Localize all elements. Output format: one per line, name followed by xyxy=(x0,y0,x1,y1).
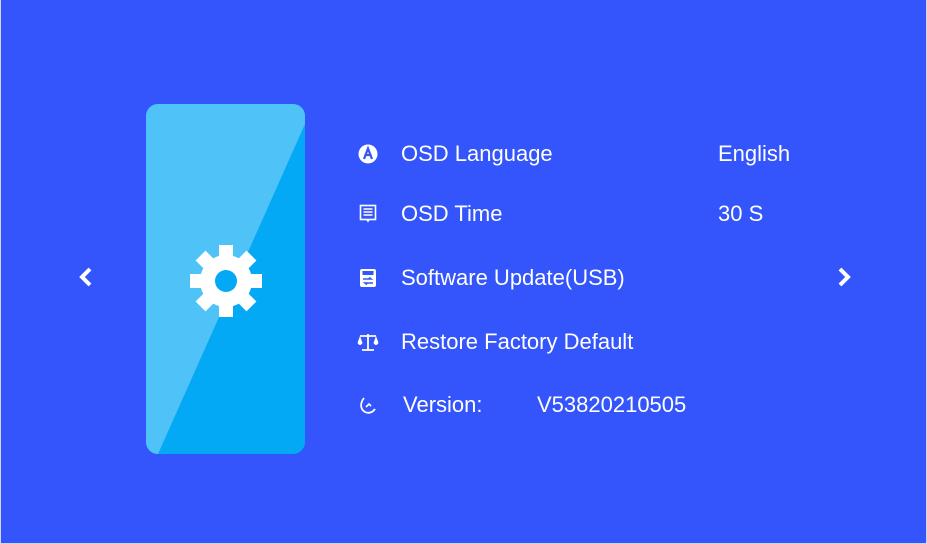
menu-item-osd-time[interactable]: OSD Time 30 S xyxy=(356,198,836,230)
menu-item-restore-factory-default[interactable]: Restore Factory Default xyxy=(356,326,836,358)
scale-restore-icon xyxy=(356,330,380,354)
settings-category-card xyxy=(146,104,305,454)
menu-item-value: 30 S xyxy=(718,201,764,226)
version-hook-icon xyxy=(356,393,380,417)
menu-item-version: Version: V53820210505 xyxy=(356,389,836,421)
document-icon xyxy=(356,202,380,226)
language-a-icon xyxy=(356,142,380,166)
menu-item-software-update[interactable]: Software Update(USB) xyxy=(356,262,836,294)
chevron-left-icon xyxy=(79,267,92,287)
version-label: Version: xyxy=(403,392,483,417)
gear-icon xyxy=(190,245,262,317)
menu-item-osd-language[interactable]: OSD Language English xyxy=(356,138,836,170)
prev-page-button[interactable] xyxy=(74,262,98,292)
version-value: V53820210505 xyxy=(537,392,687,417)
menu-item-label: Software Update(USB) xyxy=(401,265,625,290)
menu-item-value: English xyxy=(718,141,791,166)
chevron-right-icon xyxy=(838,267,851,287)
menu-item-label: Restore Factory Default xyxy=(401,329,634,354)
usb-update-icon xyxy=(356,266,380,290)
menu-item-label: OSD Language xyxy=(401,141,553,166)
menu-item-label: OSD Time xyxy=(401,201,503,226)
